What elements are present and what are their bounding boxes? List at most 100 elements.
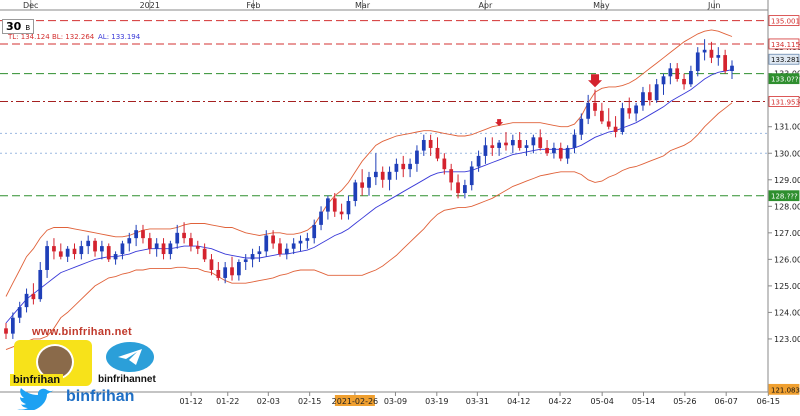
candle-body (271, 235, 275, 244)
candle-body (79, 246, 84, 255)
candle-body (380, 171, 385, 180)
candle-body (175, 232, 180, 244)
candle-body (421, 139, 426, 151)
candle-body (319, 211, 323, 225)
candle-body (257, 251, 262, 255)
candle-body (394, 163, 399, 172)
telegram-name: binfrihannet (98, 374, 156, 385)
candle-body (456, 182, 460, 194)
price-label: 124.00 (774, 308, 800, 317)
date-label: 03-19 (425, 397, 448, 406)
symbol-name: 30 (6, 20, 22, 33)
candle-body (531, 137, 536, 146)
candle-body (469, 166, 474, 186)
candle-body (346, 201, 351, 215)
price-label: 126.00 (774, 255, 800, 264)
candle-body (360, 182, 365, 188)
candle-body (202, 248, 207, 260)
price-label: 125.00 (774, 282, 800, 291)
candle-body (647, 92, 652, 101)
candle-body (552, 147, 556, 154)
date-label: 05-26 (673, 397, 696, 406)
candle-body (695, 52, 700, 72)
candle-body (298, 240, 303, 244)
candle-body (24, 293, 29, 308)
candle-body (65, 248, 70, 257)
candle-body (600, 110, 604, 122)
candle-body (449, 169, 454, 183)
candle-body (675, 68, 680, 79)
candle-body (483, 145, 488, 156)
al-label: AL: 133.194 (98, 33, 141, 41)
candle-body (250, 254, 255, 260)
candle-body (353, 182, 358, 201)
month-label: Mar (355, 1, 371, 10)
candle-body (100, 246, 104, 252)
price-label: 129.00 (774, 176, 800, 185)
candle-body (305, 238, 310, 241)
date-label: 01-22 (216, 397, 239, 406)
candle-body (106, 246, 111, 260)
month-label: Feb (246, 1, 260, 10)
date-label: 02-03 (257, 397, 280, 406)
candle-body (401, 163, 406, 170)
price-tag-label: 133.281 (771, 56, 800, 64)
candle-body (408, 163, 412, 170)
price-tag-label: 131.953 (771, 99, 800, 107)
candle-body (243, 259, 248, 263)
price-tag-label: 134.115 (771, 41, 800, 49)
candle-body (195, 246, 200, 249)
candle-body (168, 243, 173, 255)
date-label: 04-22 (548, 397, 571, 406)
candle-body (572, 134, 577, 148)
candle-body (538, 137, 543, 148)
candle-body (209, 259, 214, 270)
candle-body (17, 307, 22, 318)
month-label: Jun (707, 1, 721, 10)
date-label: 01-12 (179, 397, 202, 406)
candle-body (387, 171, 392, 180)
candle-body (634, 105, 638, 114)
candle-body (278, 243, 282, 255)
timeframe: B (25, 24, 31, 32)
date-label: 03-31 (466, 397, 489, 406)
symbol-box[interactable]: 30 B (2, 19, 35, 34)
candle-body (593, 102, 597, 111)
candle-body (373, 171, 378, 178)
candle-body (723, 55, 728, 72)
candle-body (504, 142, 508, 146)
date-label: 05-04 (591, 397, 614, 406)
candle-body (127, 238, 132, 244)
price-label: 127.00 (774, 229, 800, 238)
candle-body (339, 211, 344, 215)
candle-body (558, 147, 563, 159)
candle-body (161, 243, 166, 255)
month-label: Apr (478, 1, 493, 10)
candle-body (38, 269, 43, 300)
candle-body (113, 254, 118, 260)
price-tag-label: 121.083 (771, 386, 800, 394)
date-label: 02-15 (298, 397, 321, 406)
indicator-label: TL: 134.124 BL: 132.264 AL: 133.194 (7, 33, 141, 41)
candle-body (223, 267, 228, 278)
candle-body (52, 246, 56, 252)
candle-body (627, 108, 632, 114)
month-label: 2021 (140, 1, 160, 10)
candle-body (428, 139, 433, 148)
candle-body (45, 246, 49, 270)
candle-body (641, 92, 645, 106)
candle-body (490, 145, 495, 148)
candle-body (497, 142, 501, 148)
twitter-icon (17, 388, 54, 410)
candle-body (709, 49, 714, 58)
candle-body (189, 238, 193, 247)
candle-body (682, 78, 686, 85)
price-label: 131.00 (774, 123, 800, 132)
candle-body (524, 145, 529, 148)
date-label: 04-12 (507, 397, 530, 406)
price-label: 130.00 (774, 149, 800, 158)
price-tag-label: 128.??? (771, 193, 798, 201)
candle-body (463, 185, 467, 194)
candle-body (147, 238, 152, 249)
candle-body (141, 230, 145, 239)
